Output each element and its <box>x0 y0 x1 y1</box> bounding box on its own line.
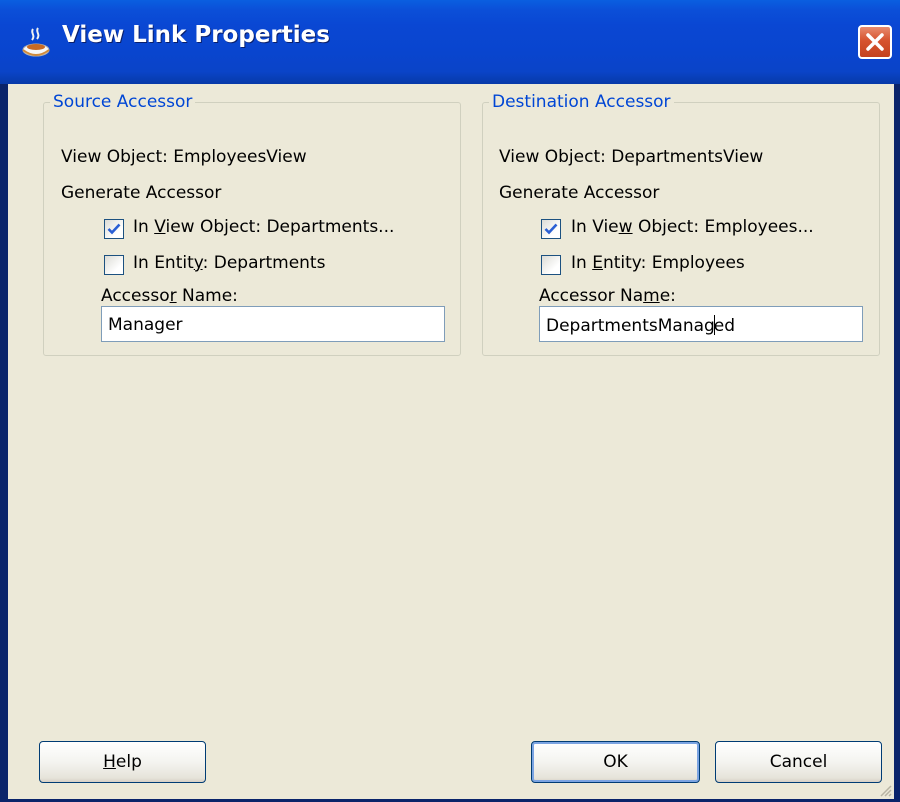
source-accessor-name-label: Accessor Name: <box>101 286 238 306</box>
source-accessor-group: Source Accessor View Object: EmployeesVi… <box>43 92 461 356</box>
destination-accessor-name-input[interactable]: DepartmentsManaged <box>539 306 863 342</box>
close-icon <box>866 33 884 51</box>
source-in-view-object-label[interactable]: In View Object: Departments... <box>133 217 394 237</box>
help-button[interactable]: Help <box>39 741 206 783</box>
checkmark-icon <box>544 223 558 235</box>
source-view-object-label: View Object: EmployeesView <box>61 147 307 167</box>
destination-accessor-name-label: Accessor Name: <box>539 286 676 306</box>
source-accessor-name-input[interactable]: Manager <box>101 306 445 342</box>
dialog-window: View Link Properties Source Accessor Vie… <box>0 0 900 802</box>
destination-view-object-label: View Object: DepartmentsView <box>499 147 764 167</box>
resize-grip-icon[interactable] <box>876 781 892 797</box>
source-in-entity-checkbox[interactable] <box>104 255 124 275</box>
source-generate-accessor-label: Generate Accessor <box>61 183 222 203</box>
cancel-button[interactable]: Cancel <box>715 741 882 783</box>
source-accessor-title: Source Accessor <box>50 92 196 112</box>
destination-in-view-object-label[interactable]: In View Object: Employees... <box>571 217 814 237</box>
source-in-entity-label[interactable]: In Entity: Departments <box>133 253 325 273</box>
destination-in-entity-checkbox[interactable] <box>541 255 561 275</box>
destination-in-view-object-checkbox[interactable] <box>541 219 561 239</box>
destination-generate-accessor-label: Generate Accessor <box>499 183 660 203</box>
destination-accessor-title: Destination Accessor <box>489 92 674 112</box>
title-bar[interactable]: View Link Properties <box>0 0 900 84</box>
destination-accessor-group: Destination Accessor View Object: Depart… <box>482 92 880 356</box>
close-button[interactable] <box>858 25 892 59</box>
destination-in-entity-label[interactable]: In Entity: Employees <box>571 253 745 273</box>
coffee-cup-icon <box>20 26 54 60</box>
source-in-view-object-checkbox[interactable] <box>104 219 124 239</box>
checkmark-icon <box>107 223 121 235</box>
ok-button[interactable]: OK <box>531 741 700 783</box>
dialog-body: Source Accessor View Object: EmployeesVi… <box>8 84 894 799</box>
window-title: View Link Properties <box>62 22 330 48</box>
